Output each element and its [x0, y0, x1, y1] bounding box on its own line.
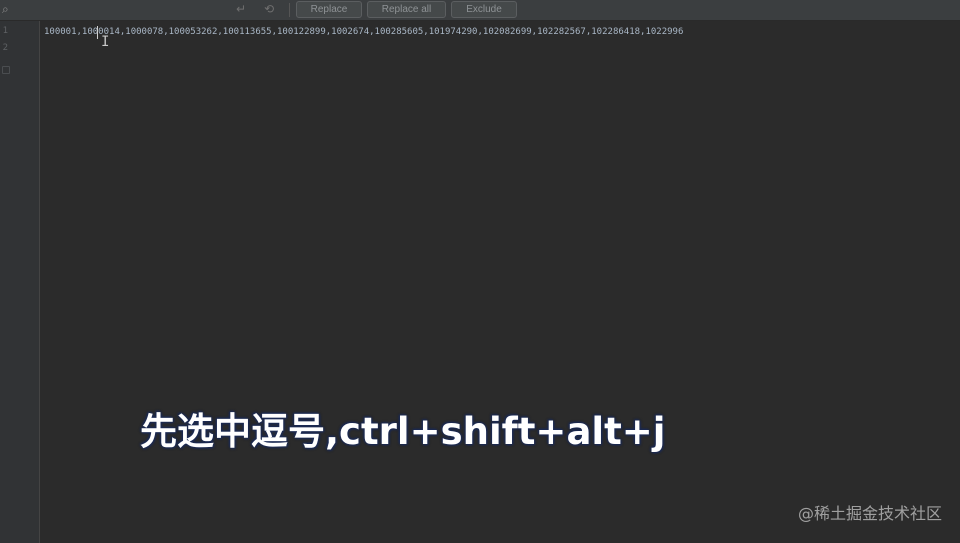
- fold-marker-icon[interactable]: [2, 66, 10, 74]
- line-number: 2: [2, 43, 8, 53]
- line-number: 1: [2, 26, 8, 36]
- ibeam-cursor-icon: I: [101, 34, 110, 50]
- newline-icon[interactable]: ↵: [236, 2, 246, 16]
- replace-toolbar: ⌕ ↵ ⟲ Replace Replace all Exclude: [0, 0, 960, 21]
- editor-line-1[interactable]: 100001,1000014,1000078,100053262,1001136…: [44, 25, 960, 39]
- line-number-gutter: 1 2: [0, 21, 40, 543]
- search-icon[interactable]: ⌕: [2, 1, 9, 17]
- watermark: @稀土掘金技术社区: [797, 504, 942, 523]
- exclude-button[interactable]: Exclude: [451, 1, 517, 18]
- replace-all-button[interactable]: Replace all: [367, 1, 446, 18]
- video-subtitle: 先选中逗号,ctrl+shift+alt+j: [140, 410, 666, 453]
- regex-icon[interactable]: ⟲: [264, 2, 274, 16]
- toolbar-separator: [289, 3, 290, 17]
- text-caret: [97, 26, 98, 39]
- replace-button[interactable]: Replace: [296, 1, 362, 18]
